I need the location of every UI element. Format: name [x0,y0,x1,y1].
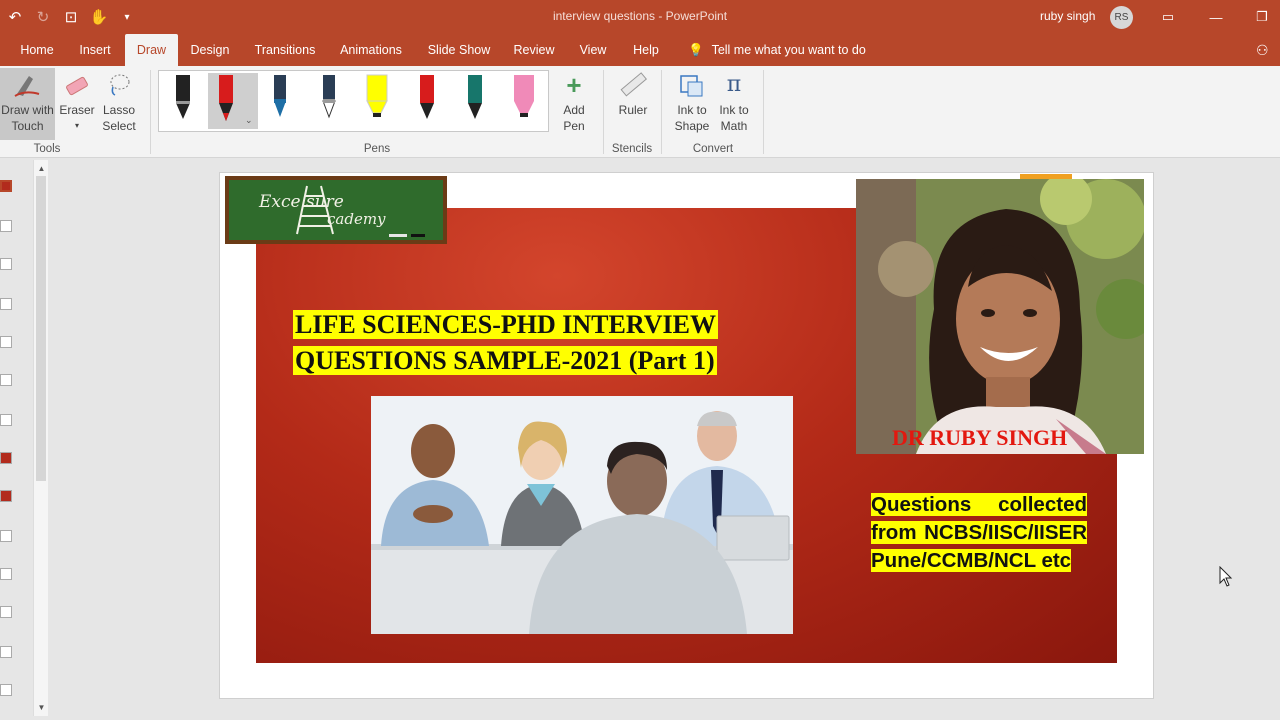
tools-group-label: Tools [33,143,61,155]
group-divider [763,70,764,154]
tab-animations[interactable]: Animations [334,34,408,66]
academy-logo: Exce sure cademy [225,176,447,244]
questions-text: Questions collected from NCBS/IISC/IISER… [871,493,1087,572]
pen-options-chevron-icon[interactable]: ⌄ [245,115,253,126]
tab-transitions[interactable]: Transitions [248,34,322,66]
add-pen-button[interactable]: + Add Pen [555,68,593,134]
lightbulb-icon: 💡 [688,43,704,57]
eraser-dropdown-icon[interactable]: ▾ [58,118,96,134]
slide-thumbnail[interactable] [0,220,12,232]
lasso-select-label: Lasso Select [102,103,136,133]
slide-thumbnail[interactable] [0,606,12,618]
tab-home[interactable]: Home [10,34,64,66]
eraser-icon [58,68,96,102]
slide-thumbnail[interactable] [0,490,12,502]
logo-text: Exce sure [259,192,344,212]
tab-help[interactable]: Help [626,34,666,66]
eraser-button[interactable]: Eraser ▾ [58,68,96,134]
ribbon: Draw with Touch Eraser ▾ Lasso Select To… [0,66,1280,158]
slide-thumbnail[interactable] [0,336,12,348]
pen-red[interactable] [409,73,445,129]
slide-thumbnail[interactable] [0,258,12,270]
group-divider [661,70,662,154]
interview-photo[interactable] [371,396,793,634]
group-divider [603,70,604,154]
ribbon-display-options-icon[interactable]: ▭ [1156,6,1180,28]
minimize-icon[interactable]: — [1204,6,1228,28]
ruler-button[interactable]: Ruler [612,68,654,118]
title-line: QUESTIONS SAMPLE-2021 (Part 1) [293,346,717,375]
tab-view[interactable]: View [573,34,613,66]
tab-review[interactable]: Review [507,34,561,66]
ruler-icon [612,68,654,102]
ink-to-math-button[interactable]: π Ink to Math [714,68,754,134]
pen-black[interactable] [165,73,201,129]
questions-textbox[interactable]: Questions collected from NCBS/IISC/IISER… [871,491,1087,575]
ink-to-shape-button[interactable]: Ink to Shape [670,68,714,134]
pen-blue-pencil[interactable] [262,73,298,129]
stencils-group-label: Stencils [611,143,653,155]
tell-me-search[interactable]: 💡 Tell me what you want to do [688,34,866,66]
restore-icon[interactable]: ❐ [1250,6,1274,28]
plus-icon: + [566,70,582,100]
draw-with-touch-button[interactable]: Draw with Touch [0,68,55,140]
title-bar: ↶ ↻ ⊡ ✋ ▾ interview questions - PowerPoi… [0,0,1280,34]
avatar[interactable]: RS [1110,6,1133,29]
pen-gallery: ⌄ [158,70,549,132]
user-name[interactable]: ruby singh [1040,9,1095,23]
lasso-select-button[interactable]: Lasso Select [100,68,138,134]
slide-thumbnail[interactable] [0,646,12,658]
logo-text: cademy [327,210,386,228]
slide-thumbnail[interactable] [0,452,12,464]
tab-insert[interactable]: Insert [70,34,120,66]
ink-to-math-label: Ink to Math [719,103,749,133]
ruler-label: Ruler [618,103,648,117]
decorative-accent [1020,174,1072,179]
highlighter-pink[interactable] [506,73,542,129]
scroll-up-icon[interactable]: ▲ [36,163,47,174]
tab-design[interactable]: Design [184,34,236,66]
add-pen-label: Add Pen [563,103,585,133]
slide-thumbnail[interactable] [0,180,12,192]
draw-with-touch-label: Draw with Touch [1,103,54,133]
ribbon-tabs: Home Insert Draw Design Transitions Anim… [0,34,1280,66]
draw-with-touch-icon [0,68,55,102]
tab-slide-show[interactable]: Slide Show [423,34,495,66]
eraser-label: Eraser [59,103,95,117]
group-divider [150,70,151,154]
tab-draw[interactable]: Draw [125,34,178,66]
presenter-name[interactable]: DR RUBY SINGH [892,425,1067,451]
scroll-down-icon[interactable]: ▼ [36,702,47,713]
pens-group-label: Pens [363,143,391,155]
ink-to-shape-icon [670,68,714,102]
presenter-portrait[interactable]: DR RUBY SINGH [856,179,1144,454]
scrollbar-thumb[interactable] [36,176,46,481]
pen-gray-pencil[interactable] [311,73,347,129]
lasso-icon [100,68,138,102]
mouse-cursor-icon [1219,565,1233,593]
highlighter-yellow[interactable] [359,73,395,129]
pen-teal-galaxy[interactable] [457,73,493,129]
slide-thumbnail[interactable] [0,568,12,580]
slide-thumbnail[interactable] [0,684,12,696]
slide-thumbnail[interactable] [0,374,12,386]
slide-canvas[interactable]: Exce sure cademy LIFE SCIENCES-PHD INTER… [219,172,1154,699]
ink-to-shape-label: Ink to Shape [674,103,710,133]
share-icon[interactable]: ⚇ [1256,42,1274,60]
slide-thumbnail[interactable] [0,530,12,542]
slide-title[interactable]: LIFE SCIENCES-PHD INTERVIEW QUESTIONS SA… [293,307,813,379]
pen-red-selected[interactable]: ⌄ [208,73,258,129]
thumbnail-scrollbar[interactable]: ▲ ▼ [33,160,48,716]
tell-me-label: Tell me what you want to do [711,43,866,57]
title-line: LIFE SCIENCES-PHD INTERVIEW [293,310,718,339]
slide-thumbnail[interactable] [0,414,12,426]
convert-group-label: Convert [692,143,734,155]
ink-to-math-icon: π [726,72,742,97]
slide-thumbnail[interactable] [0,298,12,310]
